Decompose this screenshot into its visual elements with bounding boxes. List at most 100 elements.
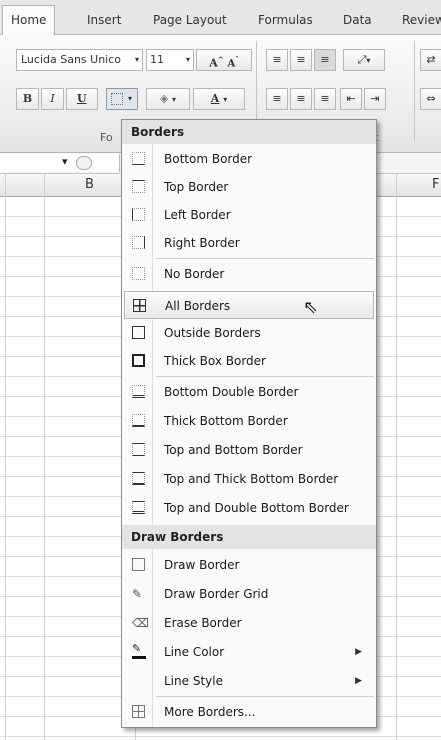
font-color-button[interactable]: A ▾ [193,88,245,110]
menu-item-label: Erase Border [164,616,242,630]
merge-icon: ⇔ [426,92,436,105]
menu-item-top-and-thick-bottom-border[interactable]: Top and Thick Bottom Border [122,465,376,493]
menu-item-all-borders[interactable]: All Borders ⇖ [124,291,374,319]
column-header-f[interactable]: F [432,177,439,192]
menu-item-top-border[interactable]: Top Border [122,173,376,201]
bottom-double-border-icon [132,385,145,398]
chevron-down-icon: ▾ [223,95,228,104]
menu-item-label: Outside Borders [164,326,261,340]
top-and-thick-bottom-border-icon [132,472,145,485]
merge-button[interactable]: ⇔ [420,88,441,110]
menu-item-label: Top and Thick Bottom Border [164,472,339,486]
menu-item-line-style[interactable]: Line Style ▶ [122,667,376,695]
menu-item-more-borders[interactable]: More Borders... [122,698,376,726]
borders-button[interactable]: ▾ [106,88,138,110]
thick-bottom-border-icon [132,414,145,427]
menu-item-thick-box-border[interactable]: Thick Box Border [122,347,376,375]
chevron-down-icon: ▾ [128,94,133,103]
underline-label: U [77,92,87,105]
column-gridline [44,174,45,740]
ribbon-tab-bar: Home Insert Page Layout Formulas Data Re… [0,0,441,36]
middle-align-icon: ≡ [296,53,306,66]
decrease-indent-icon: ⇤ [346,92,356,105]
underline-button[interactable]: U [66,88,98,110]
group-separator [414,41,415,141]
tab-home[interactable]: Home [2,5,56,36]
tab-data[interactable]: Data [343,6,372,34]
menu-divider [156,258,374,259]
column-header-b[interactable]: B [85,177,94,192]
fill-color-button[interactable]: ◈ ▾ [146,88,190,110]
menu-item-label: All Borders [165,299,231,313]
bottom-align-icon: ≡ [320,53,330,66]
menu-item-left-border[interactable]: Left Border [122,201,376,229]
top-border-icon [132,180,145,193]
menu-divider [156,376,374,377]
increase-indent-button[interactable]: ⇥ [364,88,386,110]
tab-page-layout[interactable]: Page Layout [153,6,227,34]
menu-item-erase-border[interactable]: ⌫ Erase Border [122,609,376,637]
orientation-button[interactable]: ⤢▾ [343,49,385,71]
wrap-text-button[interactable]: ⇄ [420,49,441,71]
font-color-label: A [210,92,220,105]
increase-indent-icon: ⇥ [370,92,380,105]
right-border-icon [132,236,145,249]
menu-item-label: Draw Border [164,558,240,572]
menu-item-right-border[interactable]: Right Border [122,229,376,257]
menu-item-no-border[interactable]: No Border [122,260,376,288]
top-align-icon: ≡ [272,53,282,66]
chevron-down-icon: ▾ [171,95,176,104]
menu-item-label: Right Border [164,236,240,250]
italic-button[interactable]: I [41,88,64,110]
bottom-border-icon [132,152,145,165]
tab-review[interactable]: Review [402,6,441,34]
center-button[interactable]: ≡ [290,88,312,110]
menu-item-label: Thick Box Border [164,354,266,368]
formula-bar-resize-handle[interactable] [76,156,92,170]
menu-item-line-color[interactable]: ✎ Line Color ▶ [122,638,376,666]
column-gridline [5,174,6,740]
menu-item-bottom-double-border[interactable]: Bottom Double Border [122,378,376,406]
grow-font-button[interactable]: A [209,57,218,70]
menu-item-draw-border-grid[interactable]: ✎ Draw Border Grid [122,580,376,608]
menu-item-label: Top and Double Bottom Border [164,501,349,515]
menu-item-thick-bottom-border[interactable]: Thick Bottom Border [122,407,376,435]
menu-item-draw-border[interactable]: Draw Border [122,551,376,579]
tab-formulas[interactable]: Formulas [258,6,313,34]
chevron-down-icon: ▾ [62,155,68,168]
font-name-combo[interactable]: Lucida Sans Unico ▾ [16,49,143,71]
no-border-icon [132,267,145,280]
borders-icon [111,93,123,105]
bottom-align-button[interactable]: ≡ [314,49,336,71]
align-right-icon: ≡ [320,92,330,105]
center-icon: ≡ [296,92,306,105]
column-gridline [396,174,397,740]
menu-item-label: Line Style [164,674,223,688]
bold-button[interactable]: B [16,88,39,110]
middle-align-button[interactable]: ≡ [290,49,312,71]
wrap-text-icon: ⇄ [426,53,436,66]
align-right-button[interactable]: ≡ [314,88,336,110]
menu-item-top-and-bottom-border[interactable]: Top and Bottom Border [122,436,376,464]
menu-item-outside-borders[interactable]: Outside Borders [122,319,376,347]
align-left-button[interactable]: ≡ [266,88,288,110]
decrease-indent-button[interactable]: ⇤ [340,88,362,110]
top-and-bottom-border-icon [132,443,145,456]
top-align-button[interactable]: ≡ [266,49,288,71]
tab-insert[interactable]: Insert [87,6,121,34]
font-size-value: 11 [150,53,164,66]
font-size-combo[interactable]: 11 ▾ [146,49,194,71]
name-box[interactable]: ▾ [0,154,120,172]
menu-item-label: Bottom Double Border [164,385,299,399]
more-borders-icon [132,705,145,718]
menu-item-label: Bottom Border [164,152,253,166]
all-borders-icon [133,299,146,312]
menu-item-bottom-border[interactable]: Bottom Border [122,145,376,173]
fill-bucket-icon: ◈ [160,92,169,105]
submenu-arrow-icon: ▶ [355,647,362,657]
menu-divider [156,696,374,697]
mouse-cursor-icon: ⇖ [303,297,319,318]
borders-dropdown-menu: Borders Bottom Border Top Border Left Bo… [121,119,377,728]
menu-item-top-and-double-bottom-border[interactable]: Top and Double Bottom Border [122,494,376,522]
erase-border-icon: ⌫ [132,616,149,630]
